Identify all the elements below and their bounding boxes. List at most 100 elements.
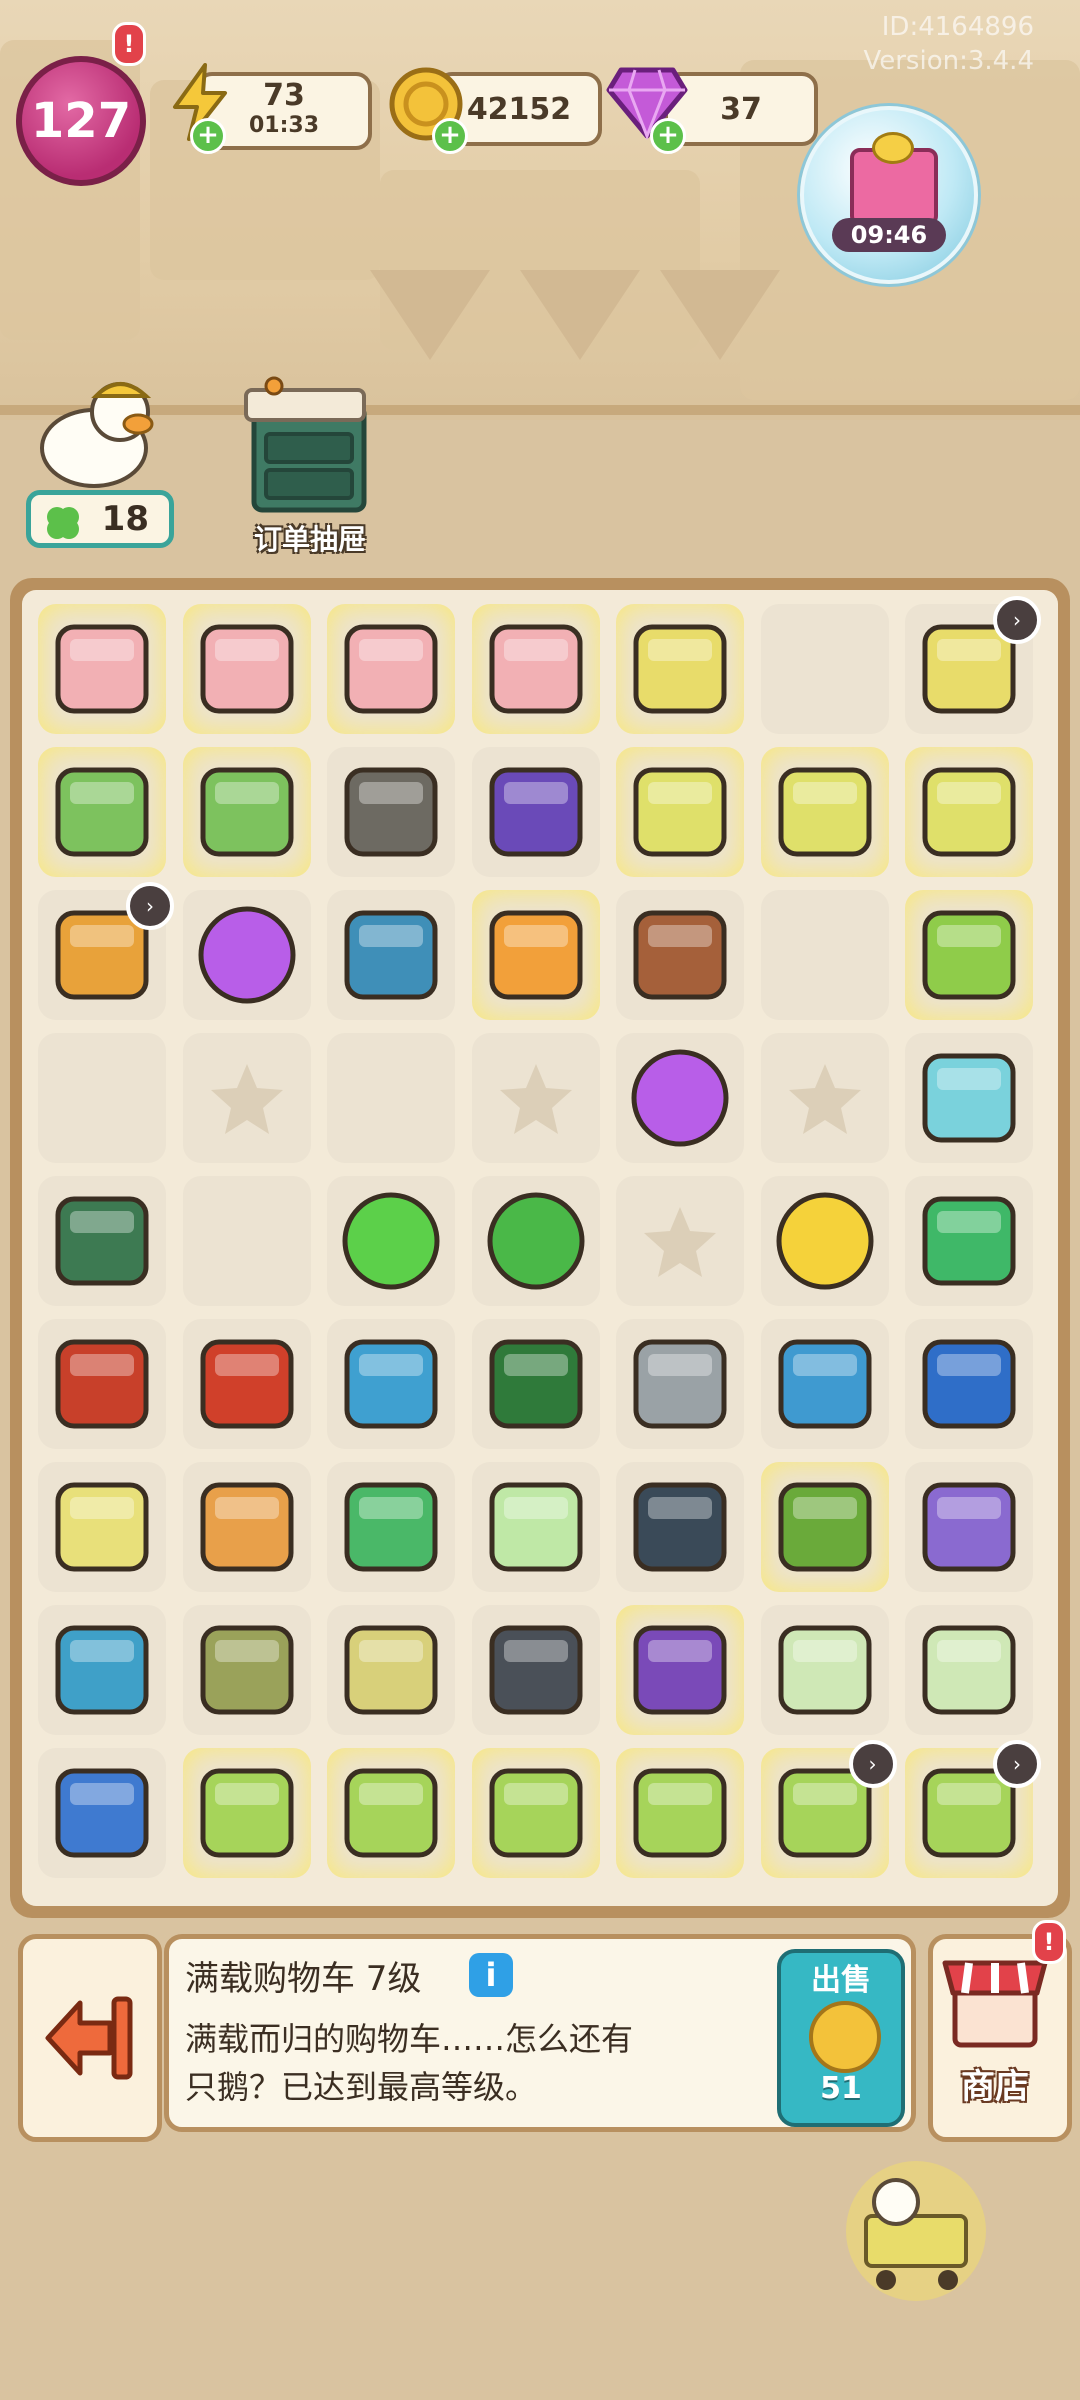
grid-cell[interactable]	[760, 1033, 889, 1163]
grid-cell[interactable]	[760, 1319, 889, 1449]
grid-cell[interactable]	[471, 1605, 600, 1735]
add-coins-button[interactable]: +	[432, 118, 468, 154]
grid-cell[interactable]	[38, 1319, 166, 1449]
green-scissors-icon	[342, 1192, 440, 1290]
grid-cell[interactable]	[760, 1462, 889, 1592]
grid-cell[interactable]	[760, 890, 889, 1020]
star-slot-icon	[788, 1064, 861, 1134]
coin-icon	[809, 2001, 881, 2073]
grid-cell[interactable]	[38, 1033, 166, 1163]
grid-cell[interactable]	[616, 890, 744, 1020]
grid-cell[interactable]	[616, 1748, 744, 1878]
bear-cookie-icon	[344, 1625, 438, 1715]
grid-cell[interactable]	[760, 604, 889, 734]
grid-cell[interactable]	[905, 1319, 1033, 1449]
locker-icon	[344, 767, 438, 857]
grid-cell[interactable]	[616, 1462, 744, 1592]
grid-cell[interactable]	[38, 1748, 166, 1878]
grid-cell[interactable]	[327, 890, 455, 1020]
grid-cell[interactable]	[327, 1033, 455, 1163]
duck-count-badge[interactable]: 18	[26, 490, 174, 548]
sell-price: 51	[820, 2071, 862, 2106]
grid-cell[interactable]	[760, 747, 889, 877]
grid-cell[interactable]: ›	[38, 882, 174, 1020]
grid-cell[interactable]	[327, 747, 455, 877]
grid-cell[interactable]	[905, 1605, 1033, 1735]
selected-cart-icon[interactable]	[836, 2156, 996, 2306]
wood-box-icon	[633, 910, 727, 1000]
grid-cell[interactable]	[38, 604, 166, 734]
grid-cell[interactable]	[327, 1748, 455, 1878]
energy-bubble-icon	[631, 1049, 729, 1147]
grid-cell[interactable]	[905, 1176, 1033, 1306]
grid-cell[interactable]	[471, 1176, 600, 1306]
grid-cell[interactable]	[616, 604, 744, 734]
egg-duck-icon	[489, 1482, 582, 1572]
grid-cell[interactable]	[616, 1319, 744, 1449]
version-info: ID:4164896 Version:3.4.4	[863, 10, 1034, 78]
grid-cell[interactable]	[760, 1605, 889, 1735]
grid-cell[interactable]	[471, 1748, 600, 1878]
gift-timer: 09:46	[832, 218, 946, 252]
grid-cell[interactable]	[471, 1319, 600, 1449]
green-bag-icon	[489, 1339, 582, 1429]
grid-cell[interactable]	[182, 1462, 311, 1592]
clover-icon	[47, 507, 79, 539]
exit-button[interactable]	[18, 1934, 162, 2142]
grid-cell[interactable]	[38, 747, 166, 877]
info-icon[interactable]: i	[469, 1953, 513, 1997]
grid-cell[interactable]	[905, 747, 1033, 877]
shop-button[interactable]: 商店	[928, 1934, 1072, 2142]
sell-button[interactable]: 出售 51	[777, 1949, 905, 2127]
grid-cell[interactable]	[905, 1462, 1033, 1592]
green-toolbox-icon	[778, 1482, 871, 1572]
grid-cell[interactable]: ›	[905, 1740, 1041, 1878]
grid-cell[interactable]	[471, 604, 600, 734]
add-energy-button[interactable]: +	[190, 118, 226, 154]
grid-cell[interactable]	[471, 747, 600, 877]
flower-bouquet-icon	[489, 910, 582, 1000]
add-gems-button[interactable]: +	[650, 118, 686, 154]
item-title: 满载购物车 7级	[185, 1959, 422, 1999]
grid-cell[interactable]	[471, 1033, 600, 1163]
grid-cell[interactable]	[182, 604, 311, 734]
shop-label: 商店	[961, 2067, 1029, 2107]
blue-books-icon	[344, 910, 438, 1000]
duck-worker-icon[interactable]	[34, 378, 164, 488]
grid-cell[interactable]	[38, 1462, 166, 1592]
grid-cell[interactable]: ›	[760, 1740, 897, 1878]
grid-cell[interactable]	[38, 1605, 166, 1735]
grid-cell[interactable]	[327, 604, 455, 734]
green-laptop-icon	[344, 1768, 438, 1858]
grid-cell[interactable]	[327, 1462, 455, 1592]
grid-cell[interactable]	[616, 747, 744, 877]
order-drawer-icon[interactable]	[236, 376, 384, 518]
grid-cell[interactable]	[760, 1176, 889, 1306]
grid-cell[interactable]	[471, 890, 600, 1020]
grid-cell[interactable]	[616, 1605, 744, 1735]
grid-cell[interactable]	[327, 1176, 455, 1306]
gift-bubble[interactable]: 09:46	[800, 106, 978, 284]
jump-rope-icon	[55, 1339, 149, 1429]
merge-grid: › › › ›	[22, 590, 1058, 1906]
grid-cell[interactable]	[182, 1605, 311, 1735]
grid-cell[interactable]	[616, 1033, 744, 1163]
grid-cell[interactable]	[905, 1033, 1033, 1163]
level-badge[interactable]: 127	[16, 56, 146, 186]
grid-cell[interactable]	[182, 1319, 311, 1449]
grid-cell[interactable]	[182, 890, 311, 1020]
elliptical-icon	[489, 1625, 582, 1715]
grid-cell[interactable]	[182, 1748, 311, 1878]
grid-cell[interactable]	[182, 747, 311, 877]
grid-cell[interactable]	[327, 1605, 455, 1735]
grid-cell[interactable]	[471, 1462, 600, 1592]
grid-cell[interactable]	[616, 1176, 744, 1306]
grid-cell[interactable]	[182, 1033, 311, 1163]
grid-cell[interactable]	[182, 1176, 311, 1306]
grid-cell[interactable]	[38, 1176, 166, 1306]
grid-cell[interactable]: ›	[905, 596, 1041, 734]
grid-cell[interactable]	[905, 890, 1033, 1020]
grid-cell[interactable]	[327, 1319, 455, 1449]
duck-card-icon	[922, 1625, 1016, 1715]
shop-alert-icon: !	[1032, 1920, 1066, 1964]
